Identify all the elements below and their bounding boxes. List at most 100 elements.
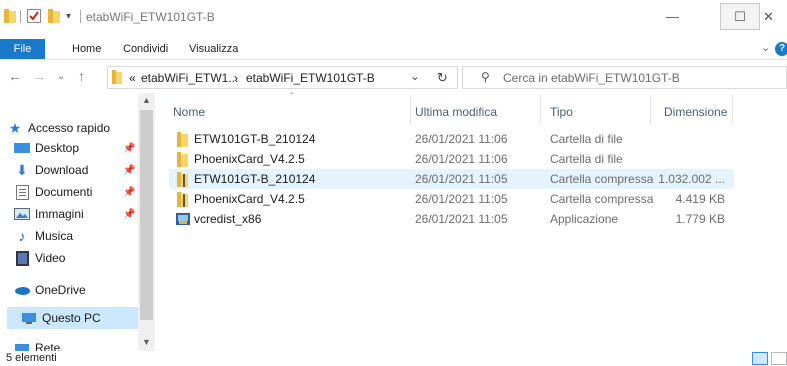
file-modified: 26/01/2021 11:05	[415, 192, 508, 206]
file-row[interactable]: PhoenixCard_V4.2.5 26/01/2021 11:05 Cart…	[169, 189, 734, 209]
download-icon: ⬇	[16, 161, 28, 178]
search-input[interactable]: Cerca in etabWiFi_ETW101GT-B	[503, 71, 680, 85]
back-arrow-icon[interactable]: ←	[8, 68, 22, 84]
cloud-icon	[14, 282, 30, 298]
column-header-name[interactable]: Nome	[173, 93, 205, 125]
nav-item-label: Accesso rapido	[28, 121, 111, 135]
refresh-button[interactable]: ↻	[428, 66, 458, 89]
nav-item-label: Rete	[35, 341, 61, 351]
up-arrow-icon[interactable]: ↑	[78, 68, 85, 84]
file-size: 4.419 KB	[675, 192, 725, 206]
file-name: PhoenixCard_V4.2.5	[194, 192, 305, 206]
column-header-type[interactable]: Tipo	[550, 93, 573, 125]
file-type: Applicazione	[550, 212, 619, 226]
star-icon: ★	[8, 119, 22, 136]
file-modified: 26/01/2021 11:05	[415, 212, 508, 226]
file-modified: 26/01/2021 11:06	[415, 132, 508, 146]
tab-visualizza[interactable]: Visualizza	[189, 39, 238, 59]
folder-icon	[112, 70, 122, 87]
breadcrumb-item-current[interactable]: etabWiFi_ETW101GT-B	[246, 71, 375, 85]
address-dropdown-icon[interactable]: ⌄	[410, 69, 420, 83]
installer-icon	[175, 211, 191, 227]
minimize-button[interactable]: —	[650, 0, 695, 33]
nav-item-onedrive[interactable]: OneDrive	[14, 279, 152, 301]
nav-item-label: Musica	[35, 229, 74, 243]
ribbon-tabs: File Home Condividi Visualizza ⌄ ?	[0, 39, 787, 60]
scroll-down-icon[interactable]: ▼	[138, 337, 155, 347]
file-row[interactable]: PhoenixCard_V4.2.5 26/01/2021 11:06 Cart…	[169, 149, 734, 169]
title-bar: ▾ etabWiFi_ETW101GT-B — ☐ ✕	[0, 0, 787, 33]
status-bar: 5 elementi	[0, 351, 787, 366]
expand-ribbon-icon[interactable]: ⌄	[761, 41, 770, 54]
nav-item-label: Immagini	[35, 207, 84, 221]
pin-icon[interactable]: 📌	[123, 187, 135, 198]
large-icons-view-icon[interactable]	[771, 352, 787, 365]
file-type: Cartella compressa	[550, 192, 654, 206]
details-view-icon[interactable]	[752, 352, 768, 365]
file-row[interactable]: vcredist_x86 26/01/2021 11:05 Applicazio…	[169, 209, 734, 229]
nav-item-rete[interactable]: Rete	[14, 337, 152, 351]
documents-icon	[14, 184, 30, 200]
help-icon[interactable]: ?	[775, 42, 787, 56]
zip-folder-icon	[175, 171, 191, 187]
file-list: ⌃ Nome Ultima modifica Tipo Dimensione E…	[160, 91, 787, 351]
nav-item-label: Documenti	[35, 185, 93, 199]
address-bar[interactable]: « etabWiFi_ETW1... › etabWiFi_ETW101GT-B…	[107, 66, 458, 89]
pin-icon[interactable]: 📌	[123, 209, 135, 220]
new-folder-icon[interactable]	[48, 9, 60, 23]
file-type: Cartella compressa	[550, 172, 654, 186]
forward-arrow-icon[interactable]: →	[32, 68, 46, 84]
scroll-up-icon[interactable]: ▲	[138, 95, 155, 105]
nav-item-video[interactable]: Video	[14, 247, 152, 269]
column-header-modified[interactable]: Ultima modifica	[415, 93, 497, 125]
nav-item-download[interactable]: ⬇ Download 📌	[14, 159, 152, 181]
tab-home[interactable]: Home	[72, 39, 101, 59]
scrollbar-thumb[interactable]	[140, 110, 153, 320]
nav-item-desktop[interactable]: Desktop 📌	[14, 137, 152, 159]
pin-icon[interactable]: 📌	[123, 143, 135, 154]
zip-folder-icon	[175, 191, 191, 207]
breadcrumb-item-parent[interactable]: etabWiFi_ETW1...	[141, 71, 238, 85]
quick-access-dropdown-icon[interactable]: ▾	[66, 9, 71, 23]
music-icon: ♪	[18, 228, 26, 244]
item-count: 5 elementi	[6, 352, 57, 364]
tab-condividi[interactable]: Condividi	[123, 39, 168, 59]
breadcrumb-separator[interactable]: ›	[234, 71, 238, 85]
search-icon: ⚲	[481, 70, 490, 84]
folder-icon	[4, 9, 16, 23]
nav-item-label: Video	[35, 251, 66, 265]
file-name: PhoenixCard_V4.2.5	[194, 152, 305, 166]
sort-ascending-icon: ⌃	[288, 91, 296, 101]
column-header-size[interactable]: Dimensione	[664, 93, 727, 125]
refresh-icon: ↻	[437, 70, 448, 85]
nav-item-documenti[interactable]: Documenti 📌	[14, 181, 152, 203]
file-modified: 26/01/2021 11:05	[415, 172, 508, 186]
file-size: 1.032.002 ...	[658, 172, 725, 186]
file-row[interactable]: ETW101GT-B_210124 26/01/2021 11:05 Carte…	[169, 169, 734, 189]
nav-pane-scrollbar[interactable]: ▲ ▼	[138, 93, 155, 351]
nav-item-label: Desktop	[35, 141, 80, 155]
folder-icon	[175, 131, 191, 147]
desktop-icon	[14, 140, 30, 156]
tab-file[interactable]: File	[0, 39, 45, 59]
file-type: Cartella di file	[550, 152, 623, 166]
close-button[interactable]: ✕	[750, 0, 787, 33]
pictures-icon	[14, 206, 30, 222]
pin-icon[interactable]: 📌	[123, 165, 135, 176]
search-box[interactable]: ⚲ Cerca in etabWiFi_ETW101GT-B	[462, 66, 787, 89]
network-icon	[14, 340, 30, 351]
folder-icon	[175, 151, 191, 167]
computer-icon	[21, 310, 37, 326]
nav-item-accesso-rapido[interactable]: ★ Accesso rapido	[7, 117, 145, 139]
nav-item-label: Questo PC	[42, 311, 101, 325]
nav-item-questo-pc[interactable]: Questo PC	[7, 307, 138, 329]
navigation-pane: ★ Accesso rapido Desktop 📌 ⬇ Download 📌 …	[0, 93, 156, 351]
recent-locations-chevron-icon[interactable]: ⌄	[57, 71, 65, 82]
properties-icon[interactable]	[27, 9, 41, 23]
nav-item-immagini[interactable]: Immagini 📌	[14, 203, 152, 225]
nav-item-musica[interactable]: ♪ Musica	[14, 225, 152, 247]
nav-item-label: Download	[35, 163, 89, 177]
video-icon	[14, 250, 30, 266]
breadcrumb-overflow[interactable]: «	[129, 71, 136, 85]
file-row[interactable]: ETW101GT-B_210124 26/01/2021 11:06 Carte…	[169, 129, 734, 149]
